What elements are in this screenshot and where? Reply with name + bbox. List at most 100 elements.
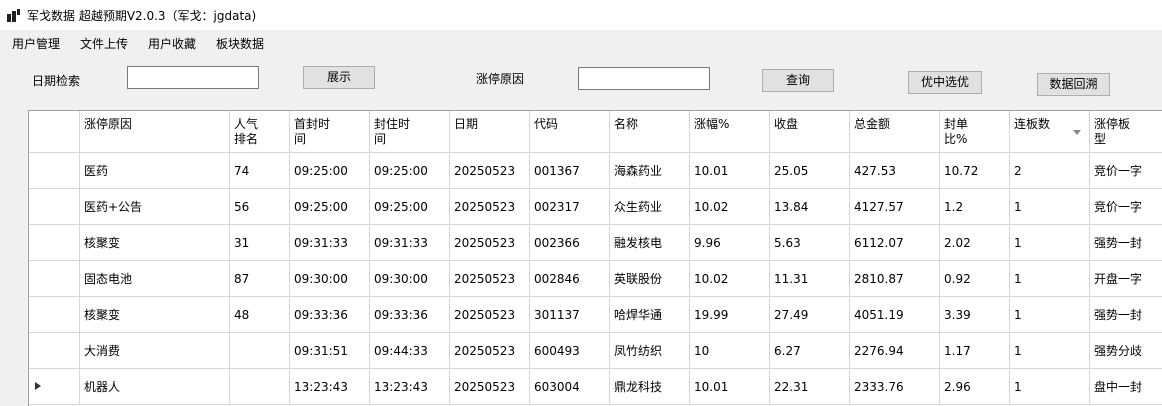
table-cell-board-type[interactable]: 盘中一封	[1090, 369, 1162, 405]
menu-file-upload[interactable]: 文件上传	[80, 35, 128, 52]
column-header-popularity-rank[interactable]: 人气 排名	[230, 111, 290, 153]
table-cell-change-pct[interactable]: 10.01	[690, 369, 770, 405]
column-header-close[interactable]: 收盘	[770, 111, 850, 153]
row-header[interactable]	[29, 333, 80, 369]
table-cell-popularity-rank[interactable]	[230, 333, 290, 369]
table-cell-board-type[interactable]: 强势分歧	[1090, 333, 1162, 369]
table-cell-code[interactable]: 301137	[530, 297, 610, 333]
table-cell-name[interactable]: 凤竹纺织	[610, 333, 690, 369]
table-cell-code[interactable]: 002846	[530, 261, 610, 297]
table-cell-first-seal-time[interactable]: 09:25:00	[290, 189, 370, 225]
table-cell-consecutive-boards[interactable]: 1	[1010, 297, 1090, 333]
table-cell-code[interactable]: 002317	[530, 189, 610, 225]
limit-up-table[interactable]: 涨停原因 人气 排名 首封时 间 封住时 间 日期 代码 名称 涨幅% 收盘 总金额 封单 比% 连板…	[28, 110, 1162, 406]
table-cell-popularity-rank[interactable]: 48	[230, 297, 290, 333]
select-best-button[interactable]: 优中选优	[908, 71, 982, 94]
table-cell-seal-ratio[interactable]: 0.92	[940, 261, 1010, 297]
table-cell-consecutive-boards[interactable]: 1	[1010, 189, 1090, 225]
table-cell-seal-ratio[interactable]: 1.17	[940, 333, 1010, 369]
table-cell-close[interactable]: 22.31	[770, 369, 850, 405]
column-header-name[interactable]: 名称	[610, 111, 690, 153]
row-header[interactable]	[29, 225, 80, 261]
table-cell-seal-ratio[interactable]: 3.39	[940, 297, 1010, 333]
column-header-sealed-time[interactable]: 封住时 间	[370, 111, 450, 153]
table-cell-date[interactable]: 20250523	[450, 333, 530, 369]
table-cell-close[interactable]: 11.31	[770, 261, 850, 297]
column-header-total-amount[interactable]: 总金额	[850, 111, 940, 153]
column-header-date[interactable]: 日期	[450, 111, 530, 153]
row-header[interactable]	[29, 153, 80, 189]
table-cell-popularity-rank[interactable]: 87	[230, 261, 290, 297]
table-cell-first-seal-time[interactable]: 09:33:36	[290, 297, 370, 333]
table-cell-date[interactable]: 20250523	[450, 297, 530, 333]
table-cell-total-amount[interactable]: 427.53	[850, 153, 940, 189]
table-cell-name[interactable]: 英联股份	[610, 261, 690, 297]
table-cell-board-type[interactable]: 竞价一字	[1090, 153, 1162, 189]
table-cell-date[interactable]: 20250523	[450, 225, 530, 261]
table-cell-name[interactable]: 哈焊华通	[610, 297, 690, 333]
table-cell-total-amount[interactable]: 2276.94	[850, 333, 940, 369]
table-cell-sealed-time[interactable]: 09:44:33	[370, 333, 450, 369]
table-cell-total-amount[interactable]: 2333.76	[850, 369, 940, 405]
table-cell-reason[interactable]: 固态电池	[80, 261, 230, 297]
reason-input[interactable]	[578, 67, 710, 90]
table-cell-sealed-time[interactable]: 09:25:00	[370, 153, 450, 189]
table-cell-name[interactable]: 融发核电	[610, 225, 690, 261]
table-cell-seal-ratio[interactable]: 2.96	[940, 369, 1010, 405]
table-cell-first-seal-time[interactable]: 13:23:43	[290, 369, 370, 405]
table-cell-sealed-time[interactable]: 09:25:00	[370, 189, 450, 225]
table-cell-date[interactable]: 20250523	[450, 261, 530, 297]
query-button[interactable]: 查询	[762, 69, 834, 92]
table-cell-close[interactable]: 5.63	[770, 225, 850, 261]
column-header-board-type[interactable]: 涨停板 型	[1090, 111, 1162, 153]
column-header-seal-ratio[interactable]: 封单 比%	[940, 111, 1010, 153]
table-cell-code[interactable]: 001367	[530, 153, 610, 189]
table-cell-name[interactable]: 海森药业	[610, 153, 690, 189]
table-cell-total-amount[interactable]: 4127.57	[850, 189, 940, 225]
table-cell-sealed-time[interactable]: 09:30:00	[370, 261, 450, 297]
show-button[interactable]: 展示	[303, 66, 375, 89]
table-cell-consecutive-boards[interactable]: 1	[1010, 261, 1090, 297]
table-cell-first-seal-time[interactable]: 09:30:00	[290, 261, 370, 297]
table-cell-reason[interactable]: 大消费	[80, 333, 230, 369]
row-header[interactable]	[29, 189, 80, 225]
table-cell-code[interactable]: 002366	[530, 225, 610, 261]
table-cell-change-pct[interactable]: 10	[690, 333, 770, 369]
table-cell-change-pct[interactable]: 19.99	[690, 297, 770, 333]
table-cell-consecutive-boards[interactable]: 2	[1010, 153, 1090, 189]
table-cell-change-pct[interactable]: 10.02	[690, 189, 770, 225]
table-cell-reason[interactable]: 核聚变	[80, 225, 230, 261]
table-cell-popularity-rank[interactable]: 31	[230, 225, 290, 261]
table-cell-change-pct[interactable]: 10.01	[690, 153, 770, 189]
table-cell-popularity-rank[interactable]	[230, 369, 290, 405]
table-cell-seal-ratio[interactable]: 2.02	[940, 225, 1010, 261]
table-cell-change-pct[interactable]: 9.96	[690, 225, 770, 261]
row-header[interactable]	[29, 369, 80, 405]
table-cell-close[interactable]: 27.49	[770, 297, 850, 333]
table-cell-close[interactable]: 25.05	[770, 153, 850, 189]
menu-sector-data[interactable]: 板块数据	[216, 35, 264, 52]
table-cell-sealed-time[interactable]: 09:33:36	[370, 297, 450, 333]
menu-user-favorites[interactable]: 用户收藏	[148, 35, 196, 52]
table-cell-close[interactable]: 6.27	[770, 333, 850, 369]
table-cell-consecutive-boards[interactable]: 1	[1010, 225, 1090, 261]
row-header[interactable]	[29, 297, 80, 333]
data-backtrack-button[interactable]: 数据回溯	[1037, 73, 1110, 96]
table-cell-code[interactable]: 600493	[530, 333, 610, 369]
table-cell-name[interactable]: 鼎龙科技	[610, 369, 690, 405]
column-header-change-pct[interactable]: 涨幅%	[690, 111, 770, 153]
table-cell-popularity-rank[interactable]: 74	[230, 153, 290, 189]
row-header[interactable]	[29, 261, 80, 297]
table-cell-date[interactable]: 20250523	[450, 189, 530, 225]
table-cell-name[interactable]: 众生药业	[610, 189, 690, 225]
table-cell-seal-ratio[interactable]: 10.72	[940, 153, 1010, 189]
table-cell-board-type[interactable]: 强势一封	[1090, 297, 1162, 333]
table-cell-seal-ratio[interactable]: 1.2	[940, 189, 1010, 225]
column-header-code[interactable]: 代码	[530, 111, 610, 153]
table-cell-reason[interactable]: 医药	[80, 153, 230, 189]
table-cell-total-amount[interactable]: 6112.07	[850, 225, 940, 261]
table-cell-sealed-time[interactable]: 09:31:33	[370, 225, 450, 261]
table-cell-board-type[interactable]: 开盘一字	[1090, 261, 1162, 297]
column-header-reason[interactable]: 涨停原因	[80, 111, 230, 153]
column-header-consecutive-boards[interactable]: 连板数	[1010, 111, 1090, 153]
